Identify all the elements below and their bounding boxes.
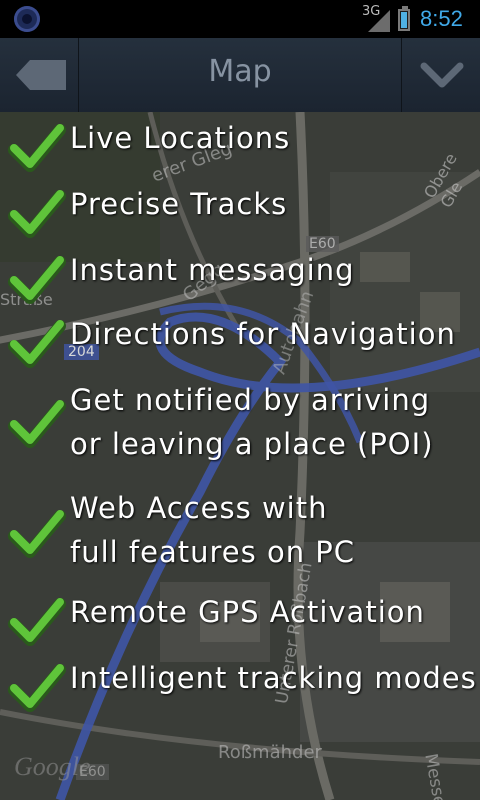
app-notification-icon [14, 6, 40, 32]
feature-text: Precise Tracks [70, 187, 288, 221]
feature-directions: Directions for Navigation [0, 312, 480, 368]
feature-web-access: Web Access with full features on PC [0, 486, 480, 578]
action-bar: Map [0, 38, 480, 114]
feature-text: Intelligent tracking modes [70, 661, 477, 695]
checkmark-icon [8, 256, 66, 304]
checkmark-icon [8, 124, 66, 172]
google-logo: Google [14, 752, 91, 781]
feature-live-locations: Live Locations [0, 116, 480, 172]
signal-strength-icon [368, 10, 390, 32]
checkmark-icon [8, 664, 66, 712]
feature-text: Remote GPS Activation [70, 595, 425, 629]
feature-text: Live Locations [70, 121, 291, 155]
checkmark-icon [8, 510, 66, 558]
feature-intelligent-tracking: Intelligent tracking modes [0, 656, 480, 712]
feature-text-line2: full features on PC [70, 535, 356, 569]
feature-precise-tracks: Precise Tracks [0, 182, 480, 238]
feature-text-line1: Web Access with [70, 491, 328, 525]
feature-text-line2: or leaving a place (POI) [70, 427, 434, 461]
status-time: 8:52 [420, 6, 463, 31]
menu-button[interactable] [401, 38, 480, 112]
checkmark-icon [8, 320, 66, 368]
feature-remote-gps: Remote GPS Activation [0, 590, 480, 646]
feature-text: Directions for Navigation [70, 317, 456, 351]
checkmark-icon [8, 598, 66, 646]
feature-text: Instant messaging [70, 253, 355, 287]
feature-instant-messaging: Instant messaging [0, 248, 480, 304]
checkmark-icon [8, 190, 66, 238]
map-label-rossmaehder: Roßmähder [218, 742, 322, 763]
battery-icon [398, 6, 410, 31]
status-bar: 3G 8:52 [0, 0, 480, 38]
chevron-down-icon [420, 62, 464, 88]
feature-poi-notification: Get notified by arriving or leaving a pl… [0, 378, 480, 470]
feature-text-line1: Get notified by arriving [70, 383, 431, 417]
checkmark-icon [8, 400, 66, 448]
